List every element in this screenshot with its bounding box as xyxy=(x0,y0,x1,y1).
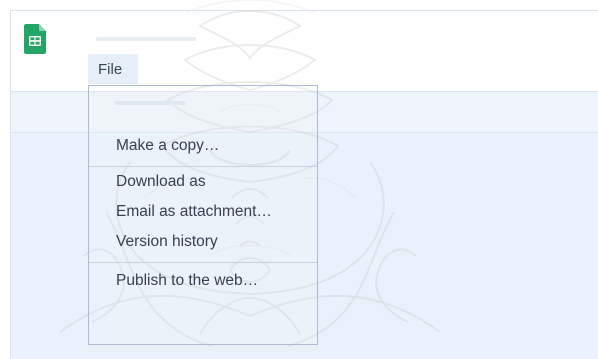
menu-item-label: Make a copy… xyxy=(116,137,220,154)
menu-placeholder-line xyxy=(114,101,186,105)
menu-item-label: Publish to the web… xyxy=(116,272,259,289)
menu-item-version-history[interactable]: Version history xyxy=(89,231,317,255)
menu-item-label: Download as xyxy=(116,173,206,190)
menu-divider xyxy=(89,166,317,167)
menu-item-make-a-copy[interactable]: Make a copy… xyxy=(89,135,317,159)
menu-divider xyxy=(89,262,317,263)
file-dropdown-menu: Make a copy… Download as Email as attach… xyxy=(88,85,318,345)
document-title-placeholder xyxy=(96,37,196,41)
menu-item-label: Email as attachment… xyxy=(116,203,272,220)
menu-item-label: Version history xyxy=(116,233,218,250)
menu-item-download-as[interactable]: Download as xyxy=(89,171,317,195)
google-sheets-icon xyxy=(24,24,46,54)
menu-item-publish-to-the-web[interactable]: Publish to the web… xyxy=(89,270,317,294)
menu-item-email-as-attachment[interactable]: Email as attachment… xyxy=(89,201,317,225)
file-menu-button[interactable]: File xyxy=(88,54,138,84)
file-menu-label: File xyxy=(98,61,123,78)
